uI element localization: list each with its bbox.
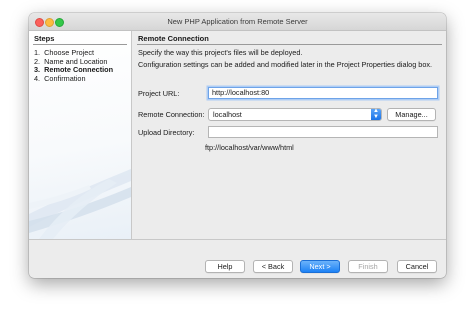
decorative-swoosh-graphic <box>29 169 131 239</box>
button-bar-divider <box>29 239 446 240</box>
upload-directory-input[interactable] <box>208 126 438 138</box>
upload-directory-label: Upload Directory: <box>138 128 195 137</box>
steps-title: Steps <box>34 34 55 43</box>
remote-connection-label: Remote Connection: <box>138 110 205 119</box>
section-divider <box>137 44 442 45</box>
project-url-label: Project URL: <box>138 89 180 98</box>
steps-panel: Steps 1. Choose Project 2. Name and Loca… <box>29 31 132 239</box>
window-title: New PHP Application from Remote Server <box>167 17 308 26</box>
description-line-1: Specify the way this project's files wil… <box>138 48 303 57</box>
title-bar: New PHP Application from Remote Server <box>29 13 446 31</box>
next-button[interactable]: Next > <box>300 260 340 273</box>
upload-path-hint: ftp://localhost/var/www/html <box>205 143 294 152</box>
project-url-input[interactable]: http://localhost:80 <box>208 87 438 99</box>
steps-divider <box>33 44 127 45</box>
description-line-2: Configuration settings can be added and … <box>138 60 433 69</box>
manage-button[interactable]: Manage... <box>387 108 436 121</box>
remote-connection-select[interactable]: localhost ▲ ▼ <box>208 108 382 121</box>
step-confirmation: 4. Confirmation <box>34 74 86 83</box>
back-button[interactable]: < Back <box>253 260 293 273</box>
remote-connection-value: localhost <box>213 110 242 119</box>
chevron-up-down-icon: ▲ ▼ <box>371 108 381 120</box>
finish-button: Finish <box>348 260 388 273</box>
step-number: 4. <box>34 73 41 83</box>
section-title: Remote Connection <box>138 34 209 43</box>
step-label: Confirmation <box>44 73 86 83</box>
cancel-button[interactable]: Cancel <box>397 260 437 273</box>
wizard-window: New PHP Application from Remote Server S… <box>29 13 446 278</box>
help-button[interactable]: Help <box>205 260 245 273</box>
remote-connection-panel: Remote Connection Specify the way this p… <box>132 31 446 239</box>
